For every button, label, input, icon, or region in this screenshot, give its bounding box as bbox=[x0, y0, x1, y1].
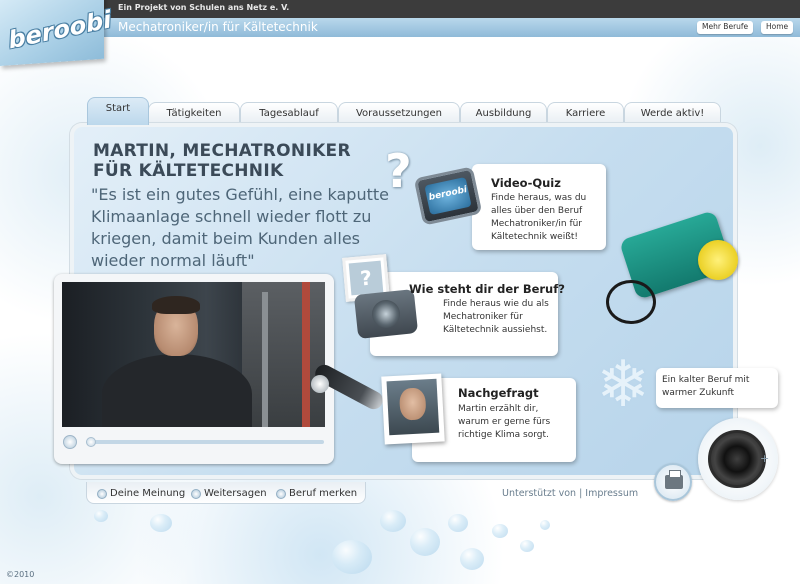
water-drop bbox=[332, 540, 372, 574]
print-button[interactable] bbox=[654, 463, 692, 501]
video-pipe bbox=[262, 292, 268, 427]
nachgefragt-text: Martin erzählt dir, warum er gerne fürs … bbox=[458, 404, 551, 440]
title-bar: Mechatroniker/in für Kältetechnik bbox=[0, 18, 800, 37]
footer-links[interactable]: Unterstützt von | Impressum bbox=[502, 488, 638, 499]
bullet-icon bbox=[191, 489, 201, 499]
nachgefragt-title[interactable]: Nachgefragt bbox=[458, 386, 539, 400]
tab-voraussetzungen[interactable]: Voraussetzungen bbox=[338, 102, 460, 124]
wie-steht-text: Finde heraus wie du als Mechatroniker fü… bbox=[443, 299, 549, 335]
water-drop bbox=[94, 510, 108, 522]
video-progress-track[interactable] bbox=[86, 440, 324, 444]
tv-screen: beroobi bbox=[424, 176, 472, 216]
video-scrub-handle[interactable] bbox=[86, 437, 96, 447]
tab-werde-aktiv[interactable]: Werde aktiv! bbox=[624, 102, 721, 124]
tab-start[interactable]: Start bbox=[87, 97, 149, 125]
home-button[interactable]: Home bbox=[761, 21, 794, 34]
camera-lens bbox=[370, 298, 402, 330]
bullet-icon bbox=[276, 489, 286, 499]
video-person-hair bbox=[152, 296, 200, 314]
speaker-icon[interactable] bbox=[708, 430, 766, 488]
water-drop bbox=[150, 514, 172, 532]
page-title: Mechatroniker/in für Kältetechnik bbox=[118, 20, 318, 34]
portrait-image bbox=[386, 378, 440, 436]
tab-karriere[interactable]: Karriere bbox=[547, 102, 624, 124]
microphone-head-icon bbox=[311, 375, 329, 393]
water-drop bbox=[410, 528, 440, 556]
water-drop bbox=[492, 524, 508, 538]
project-text: Ein Projekt von Schulen ans Netz e. V. bbox=[118, 3, 290, 12]
video-frame[interactable] bbox=[62, 282, 325, 427]
play-button[interactable] bbox=[63, 435, 77, 449]
video-pipe-red bbox=[302, 282, 310, 427]
heading-line-2: FÜR KÄLTETECHNIK bbox=[93, 161, 284, 181]
video-quiz-title[interactable]: Video-Quiz bbox=[491, 176, 561, 190]
more-jobs-button[interactable]: Mehr Berufe bbox=[697, 21, 754, 34]
heading-line-1: MARTIN, MECHATRONIKER bbox=[93, 141, 351, 161]
tab-tagesablauf[interactable]: Tagesablauf bbox=[240, 102, 338, 124]
video-person-body bbox=[102, 354, 252, 427]
deine-meinung-link[interactable]: Deine Meinung bbox=[110, 488, 185, 500]
water-drop bbox=[448, 514, 468, 532]
video-background-wall bbox=[242, 282, 325, 427]
water-drop bbox=[460, 548, 484, 570]
video-quiz-text: Finde heraus, was du alles über den Beru… bbox=[491, 193, 587, 242]
tv-logo-text: beroobi bbox=[427, 185, 469, 203]
water-drop bbox=[540, 520, 550, 530]
pump-cable-image bbox=[606, 280, 656, 324]
portrait-photo[interactable] bbox=[381, 373, 445, 445]
camera-icon[interactable] bbox=[353, 288, 419, 340]
bullet-icon bbox=[97, 489, 107, 499]
printer-icon bbox=[665, 470, 683, 489]
water-drop bbox=[520, 540, 534, 552]
logo[interactable]: beroobi bbox=[0, 0, 113, 66]
top-bar: Ein Projekt von Schulen ans Netz e. V. bbox=[0, 0, 800, 18]
water-drop bbox=[380, 510, 406, 532]
vacuum-pump-gauge bbox=[698, 240, 738, 280]
tab-ausbildung[interactable]: Ausbildung bbox=[460, 102, 547, 124]
snowflake-icon: ❄ bbox=[596, 348, 650, 422]
beruf-merken-link[interactable]: Beruf merken bbox=[289, 488, 357, 500]
tab-taetigkeiten[interactable]: Tätigkeiten bbox=[148, 102, 240, 124]
weitersagen-link[interactable]: Weitersagen bbox=[204, 488, 267, 500]
portrait-face bbox=[398, 387, 427, 421]
cold-job-text: Ein kalter Beruf mit warmer Zukunft bbox=[662, 375, 750, 398]
volume-plus-icon[interactable]: + bbox=[760, 452, 769, 465]
copyright: ©2010 bbox=[6, 570, 35, 579]
wie-steht-title[interactable]: Wie steht dir der Beruf? bbox=[409, 282, 565, 296]
page-heading: MARTIN, MECHATRONIKER FÜR KÄLTETECHNIK bbox=[93, 141, 353, 181]
logo-text: beroobi bbox=[6, 5, 114, 55]
photo-question-icon: ? bbox=[348, 260, 384, 296]
